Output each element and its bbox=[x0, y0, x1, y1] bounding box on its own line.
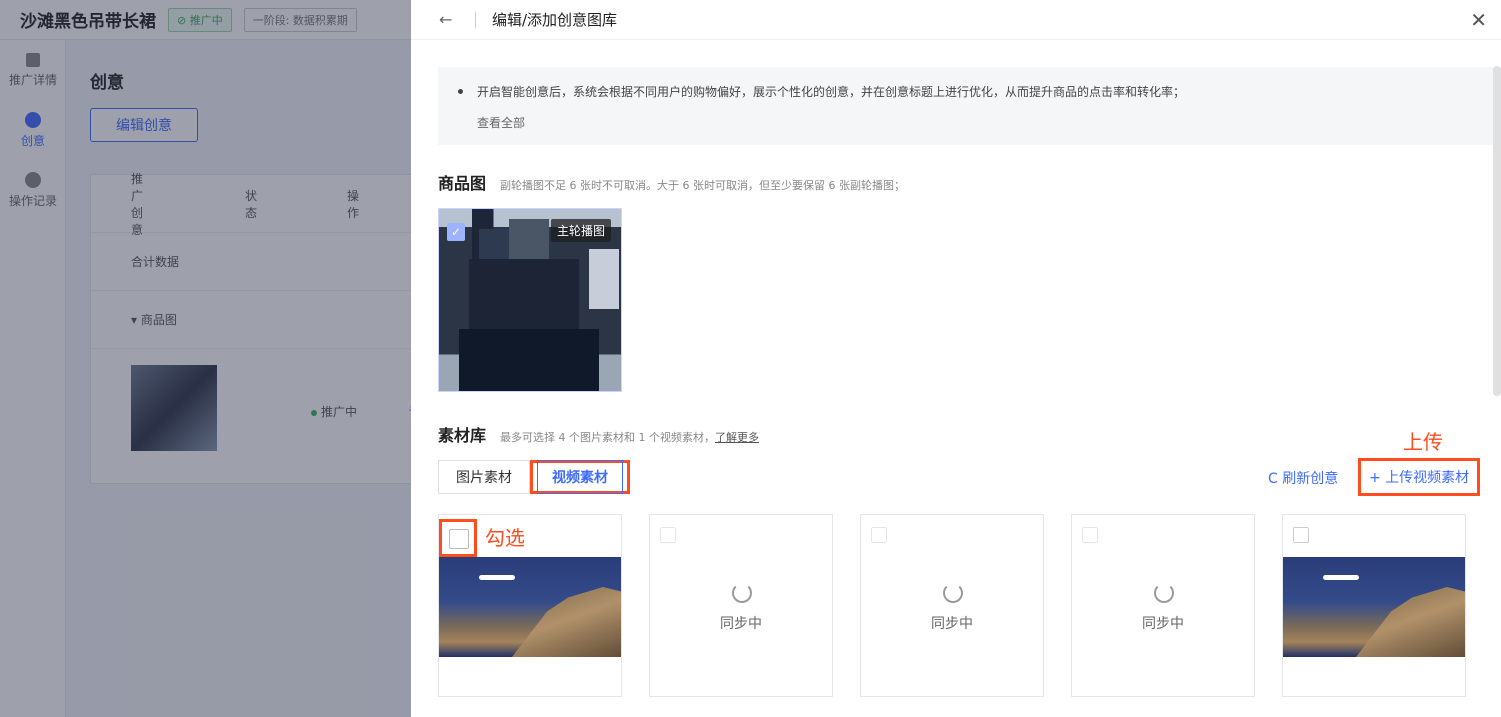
annotation-check: 勾选 bbox=[485, 526, 525, 550]
drawer-panel: ← 编辑/添加创意图库 ✕ 开启智能创意后，系统会根据不同用户的购物偏好，展示个… bbox=[411, 0, 1501, 717]
sync-label: 同步中 bbox=[1142, 616, 1184, 632]
syncing-card: 同步中 bbox=[649, 514, 833, 697]
tab-video-material[interactable]: 视频素材 bbox=[530, 460, 630, 494]
library-desc-text: 最多可选择 4 个图片素材和 1 个视频素材， bbox=[500, 431, 715, 444]
notice-box: 开启智能创意后，系统会根据不同用户的购物偏好，展示个性化的创意，并在创意标题上进… bbox=[438, 67, 1493, 145]
syncing-card: 同步中 bbox=[860, 514, 1044, 697]
product-section-header: 商品图 副轮播图不足 6 张时不可取消。大于 6 张时可取消，但至少要保留 6 … bbox=[438, 170, 905, 194]
arrow-left-icon[interactable]: ← bbox=[439, 10, 459, 29]
card-checkbox[interactable] bbox=[1293, 527, 1309, 543]
check-icon[interactable]: ✓ bbox=[447, 223, 465, 241]
overlay-mask[interactable] bbox=[0, 0, 411, 717]
close-icon[interactable]: ✕ bbox=[1470, 8, 1487, 32]
section-desc: 副轮播图不足 6 张时不可取消。大于 6 张时可取消，但至少要保留 6 张副轮播… bbox=[500, 179, 905, 192]
refresh-button[interactable]: C 刷新创意 bbox=[1268, 468, 1338, 488]
section-title: 商品图 bbox=[438, 174, 487, 193]
card-checkbox[interactable] bbox=[871, 527, 887, 543]
learn-more-link[interactable]: 了解更多 bbox=[715, 431, 759, 444]
material-tabs: 图片素材 视频素材 bbox=[438, 460, 630, 494]
view-all-link[interactable]: 查看全部 bbox=[477, 114, 1493, 131]
main-product-image[interactable]: ✓ 主轮播图 bbox=[438, 208, 622, 392]
loading-icon bbox=[943, 583, 963, 603]
library-section-header: 素材库 最多可选择 4 个图片素材和 1 个视频素材，了解更多 bbox=[438, 422, 759, 446]
sync-label: 同步中 bbox=[720, 616, 762, 632]
drawer-title: 编辑/添加创意图库 bbox=[492, 11, 618, 29]
loading-icon bbox=[732, 583, 752, 603]
loading-icon bbox=[1154, 583, 1174, 603]
divider bbox=[475, 11, 476, 28]
sync-label: 同步中 bbox=[931, 616, 973, 632]
video-thumbnail bbox=[439, 557, 621, 657]
section-title: 素材库 bbox=[438, 426, 487, 445]
card-checkbox[interactable] bbox=[439, 519, 477, 557]
tab-image-material[interactable]: 图片素材 bbox=[438, 460, 530, 494]
video-card[interactable] bbox=[1282, 514, 1466, 697]
tab-label: 视频素材 bbox=[537, 460, 623, 494]
section-desc: 最多可选择 4 个图片素材和 1 个视频素材，了解更多 bbox=[500, 429, 759, 445]
scrollbar[interactable] bbox=[1493, 66, 1501, 396]
annotation-upload: 上传 bbox=[1403, 430, 1443, 454]
card-checkbox[interactable] bbox=[660, 527, 676, 543]
card-checkbox[interactable] bbox=[1082, 527, 1098, 543]
video-thumbnail bbox=[1283, 557, 1465, 657]
video-card[interactable] bbox=[438, 514, 622, 697]
syncing-card: 同步中 bbox=[1071, 514, 1255, 697]
main-image-tag: 主轮播图 bbox=[550, 219, 611, 242]
drawer-header: ← 编辑/添加创意图库 bbox=[411, 0, 1501, 40]
notice-text: 开启智能创意后，系统会根据不同用户的购物偏好，展示个性化的创意，并在创意标题上进… bbox=[458, 83, 1493, 100]
upload-video-button[interactable]: + 上传视频素材 bbox=[1358, 458, 1481, 496]
